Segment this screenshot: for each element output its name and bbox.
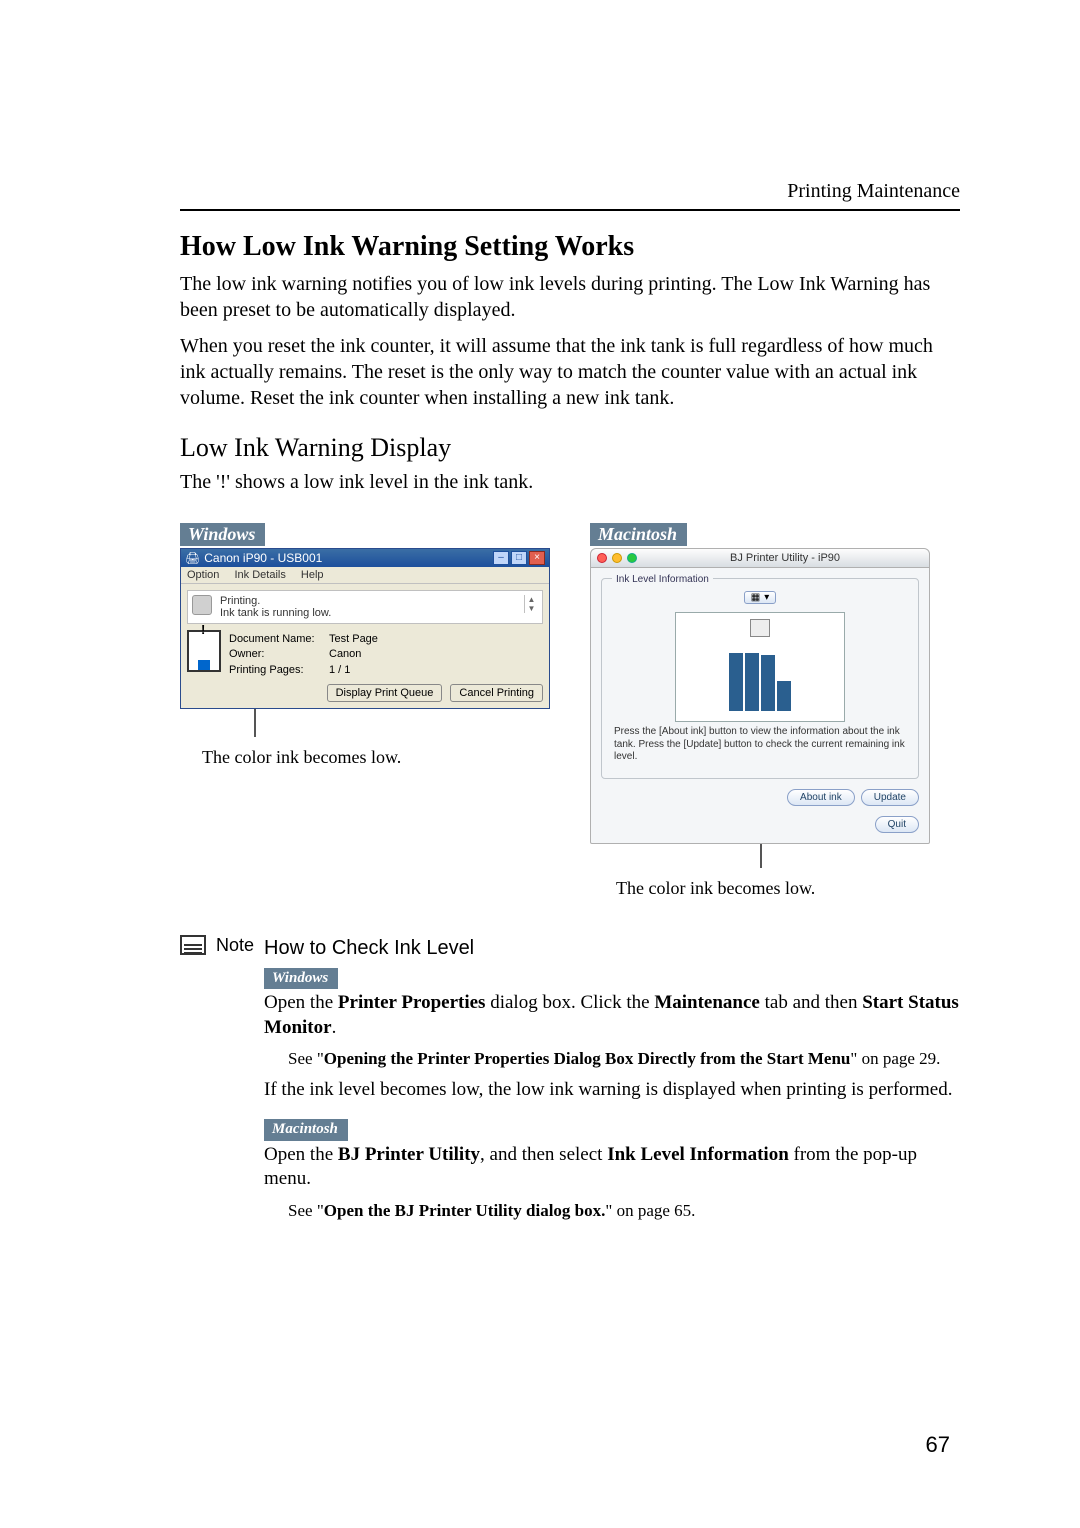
pages-value: 1 / 1 [329,664,350,676]
status-line-2: Ink tank is running low. [220,607,516,619]
mac-title: BJ Printer Utility - iP90 [647,552,923,564]
close-button[interactable]: × [529,551,545,565]
owner-label: Owner: [229,647,329,662]
mac-panel-label: Ink Level Information [612,574,713,585]
mac-instruction-text: Press the [About ink] button to view the… [612,722,908,768]
section-rule [180,209,960,211]
page-number: 67 [926,1432,950,1458]
maximize-button[interactable]: □ [511,551,527,565]
note-mac-see: See "Open the BJ Printer Utility dialog … [288,1200,960,1222]
heading-sub: Low Ink Warning Display [180,433,960,463]
windows-tag-note: Windows [264,968,338,990]
windows-caption: The color ink becomes low. [202,747,550,768]
low-ink-indicator: ! [201,622,205,637]
printer-icon: 🖨 [185,551,200,565]
display-print-queue-button[interactable]: Display Print Queue [327,684,443,702]
ink-level-bars [729,641,791,711]
windows-column: Windows 🖨 Canon iP90 - USB001 – □ × Opti… [180,523,550,899]
mac-popup-menu[interactable]: ▦▾ [744,591,776,604]
leader-line [254,709,256,737]
menu-help[interactable]: Help [301,569,324,581]
win-info-fields: Document Name:Test Page Owner:Canon Prin… [229,630,378,678]
ink-cartridge-icon [750,619,770,637]
status-line-1: Printing. [220,595,516,607]
macintosh-tag: Macintosh [590,523,687,546]
win-title: Canon iP90 - USB001 [204,551,322,565]
mac-column: Macintosh BJ Printer Utility - iP90 Ink … [590,523,960,899]
mac-titlebar: BJ Printer Utility - iP90 [591,549,929,568]
cancel-printing-button[interactable]: Cancel Printing [450,684,543,702]
paragraph-3: The '!' shows a low ink level in the ink… [180,469,960,495]
about-ink-button[interactable]: About ink [787,789,855,806]
note-windows-p2: If the ink level becomes low, the low in… [264,1078,960,1103]
menu-ink-details[interactable]: Ink Details [234,569,285,581]
paragraph-1: The low ink warning notifies you of low … [180,271,960,323]
pages-label: Printing Pages: [229,663,329,678]
minimize-button[interactable]: – [493,551,509,565]
note-windows-see: See "Opening the Printer Properties Dial… [288,1048,960,1070]
ink-tank-icon: ! [187,630,221,672]
scrollbar[interactable]: ▲▼ [524,595,538,613]
note-windows-p1: Open the Printer Properties dialog box. … [264,991,960,1040]
leader-line [760,844,762,868]
update-button[interactable]: Update [861,789,919,806]
mac-caption: The color ink becomes low. [616,878,960,899]
doc-name-value: Test Page [329,633,378,645]
status-printer-icon [192,595,212,615]
heading-main: How Low Ink Warning Setting Works [180,231,960,263]
windows-status-window: 🖨 Canon iP90 - USB001 – □ × Option Ink D… [180,548,550,709]
doc-name-label: Document Name: [229,632,329,647]
owner-value: Canon [329,648,361,660]
quit-button[interactable]: Quit [875,816,919,833]
win-titlebar: 🖨 Canon iP90 - USB001 – □ × [181,549,549,567]
mac-ink-box [675,612,845,722]
menu-option[interactable]: Option [187,569,219,581]
mac-zoom-button[interactable] [627,553,637,563]
note-mac-p1: Open the BJ Printer Utility, and then se… [264,1143,960,1192]
note-label: Note [216,935,254,956]
section-header: Printing Maintenance [180,180,960,203]
mac-close-button[interactable] [597,553,607,563]
mac-minimize-button[interactable] [612,553,622,563]
cartridge-icon: ▦ [751,592,760,603]
win-menubar: Option Ink Details Help [181,567,549,584]
windows-tag: Windows [180,523,265,546]
note-heading: How to Check Ink Level [264,935,960,961]
mac-utility-window: BJ Printer Utility - iP90 Ink Level Info… [590,548,930,844]
macintosh-tag-note: Macintosh [264,1119,348,1141]
paragraph-2: When you reset the ink counter, it will … [180,333,960,411]
note-icon [180,935,206,955]
mac-ink-panel: Ink Level Information ▦▾ Press the [601,578,919,779]
